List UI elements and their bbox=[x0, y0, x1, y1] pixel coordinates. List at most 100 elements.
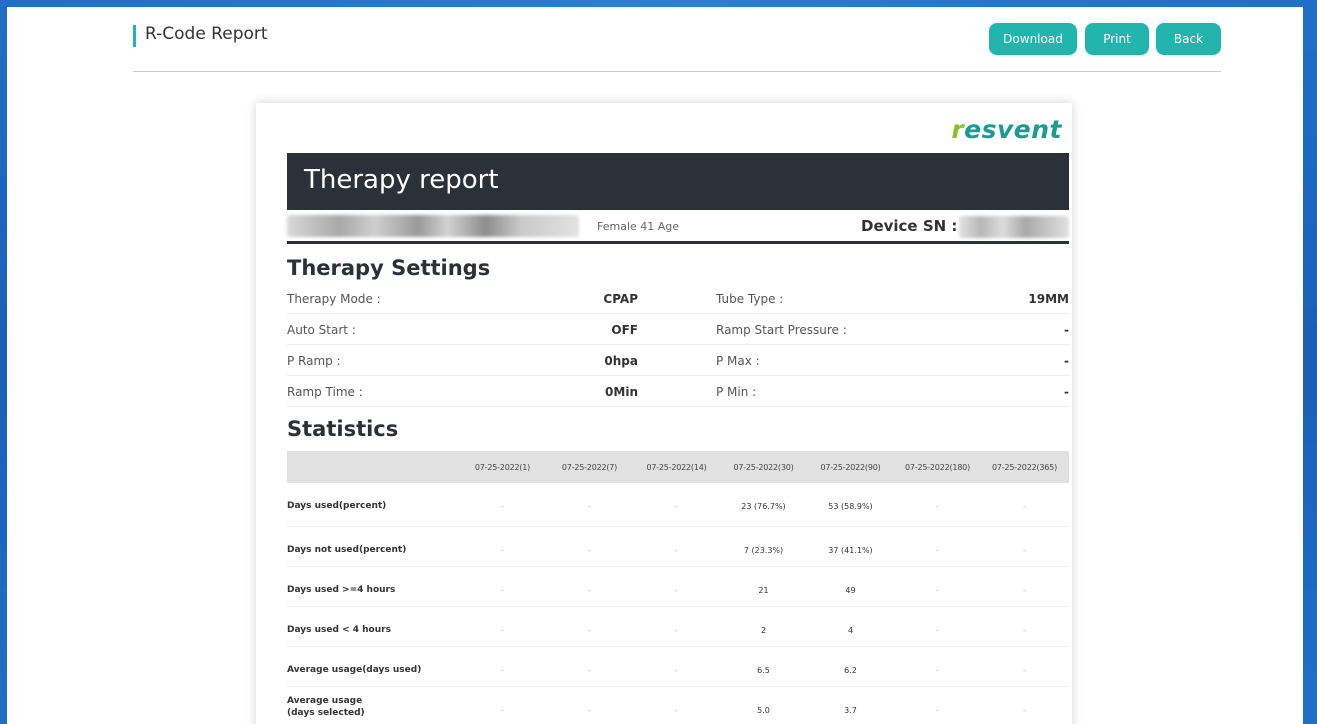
therapy-settings-title: Therapy Settings bbox=[287, 256, 491, 280]
table-row: Average usage(days used) - - - 6.5 6.2 - - bbox=[287, 647, 1069, 687]
table-cell: - bbox=[1023, 706, 1026, 715]
setting-value: CPAP bbox=[603, 292, 638, 306]
setting-label: Ramp Start Pressure : bbox=[716, 323, 847, 337]
redacted-device-sn bbox=[959, 216, 1069, 238]
logo-letter-r: r bbox=[951, 115, 965, 144]
window-right-border bbox=[1303, 0, 1317, 724]
table-cell: - bbox=[1023, 502, 1026, 511]
setting-value: OFF bbox=[611, 323, 638, 337]
logo-text: esvent bbox=[964, 115, 1062, 144]
row-label: Days used(percent) bbox=[287, 501, 387, 511]
table-cell: - bbox=[588, 626, 591, 635]
setting-label: P Ramp : bbox=[287, 354, 341, 368]
statistics-body: Days used(percent) - - - 23 (76.7%) 53 (58.9%… bbox=[287, 483, 1069, 724]
device-sn-label: Device SN : bbox=[861, 217, 958, 235]
setting-label: Tube Type : bbox=[716, 292, 784, 306]
row-label: Days used < 4 hours bbox=[287, 625, 391, 635]
setting-label: P Min : bbox=[716, 385, 757, 399]
table-row: Days used >=4 hours - - - 21 49 - - bbox=[287, 567, 1069, 607]
window-left-border bbox=[0, 0, 7, 724]
table-cell: - bbox=[501, 666, 504, 675]
setting-row: Auto Start : OFF Ramp Start Pressure : - bbox=[287, 314, 1069, 345]
table-cell: - bbox=[1023, 626, 1026, 635]
setting-row: Therapy Mode : CPAP Tube Type : 19MM bbox=[287, 283, 1069, 314]
row-label: Average usage(days used) bbox=[287, 665, 422, 675]
table-cell: - bbox=[588, 546, 591, 555]
column-header: 07-25-2022(365) bbox=[991, 463, 1057, 472]
table-cell: - bbox=[675, 546, 678, 555]
column-header: 07-25-2022(1) bbox=[474, 463, 531, 472]
report-title: Therapy report bbox=[304, 165, 499, 195]
table-cell: - bbox=[936, 502, 939, 511]
resvent-logo: resvent bbox=[951, 115, 1062, 144]
table-cell: 49 bbox=[845, 586, 856, 595]
setting-value: 19MM bbox=[1028, 292, 1069, 306]
table-cell: - bbox=[588, 502, 591, 511]
table-cell: 23 (76.7%) bbox=[741, 502, 786, 511]
table-cell: - bbox=[936, 666, 939, 675]
print-button[interactable]: Print bbox=[1085, 23, 1149, 55]
therapy-report: resvent Therapy report Female 41 Age Dev… bbox=[256, 103, 1072, 724]
statistics-title: Statistics bbox=[287, 417, 399, 441]
table-cell: 6.5 bbox=[757, 666, 770, 675]
setting-value: - bbox=[1064, 385, 1069, 399]
patient-row: Female 41 Age Device SN : bbox=[287, 210, 1069, 244]
table-cell: - bbox=[588, 706, 591, 715]
column-header: 07-25-2022(7) bbox=[561, 463, 618, 472]
table-cell: 5.0 bbox=[757, 706, 770, 715]
back-button[interactable]: Back bbox=[1156, 23, 1221, 55]
table-cell: 4 bbox=[847, 626, 854, 635]
row-label-line: (days selected) bbox=[287, 708, 365, 718]
row-label: Days not used(percent) bbox=[287, 545, 407, 555]
setting-label: P Max : bbox=[716, 354, 760, 368]
row-label: Days used >=4 hours bbox=[287, 585, 396, 595]
window-top-border bbox=[0, 0, 1317, 7]
table-cell: - bbox=[675, 666, 678, 675]
statistics-header-row: 07-25-2022(1) 07-25-2022(7) 07-25-2022(1… bbox=[287, 451, 1069, 483]
table-cell: - bbox=[501, 502, 504, 511]
patient-info: Female 41 Age bbox=[597, 220, 680, 233]
table-cell: - bbox=[936, 626, 939, 635]
table-cell: 2 bbox=[760, 626, 767, 635]
setting-label: Therapy Mode : bbox=[287, 292, 381, 306]
row-label: Average usage (days selected) bbox=[287, 695, 365, 719]
table-cell: 7 (23.3%) bbox=[743, 546, 784, 555]
table-cell: - bbox=[675, 502, 678, 511]
column-header: 07-25-2022(14) bbox=[646, 463, 707, 472]
table-cell: - bbox=[675, 586, 678, 595]
table-cell: - bbox=[501, 546, 504, 555]
table-cell: 53 (58.9%) bbox=[828, 502, 873, 511]
page-header: R-Code Report Download Print Back bbox=[133, 20, 1221, 72]
setting-label: Auto Start : bbox=[287, 323, 356, 337]
column-header: 07-25-2022(90) bbox=[820, 463, 881, 472]
table-cell: - bbox=[936, 546, 939, 555]
setting-value: 0Min bbox=[605, 385, 638, 399]
table-cell: - bbox=[675, 626, 678, 635]
table-cell: - bbox=[1023, 586, 1026, 595]
table-cell: - bbox=[936, 586, 939, 595]
table-cell: - bbox=[501, 706, 504, 715]
table-cell: 6.2 bbox=[844, 666, 857, 675]
table-cell: - bbox=[588, 666, 591, 675]
setting-value: 0hpa bbox=[604, 354, 638, 368]
download-button[interactable]: Download bbox=[989, 23, 1077, 55]
therapy-settings-table: Therapy Mode : CPAP Tube Type : 19MM Aut… bbox=[287, 283, 1069, 407]
table-cell: 37 (41.1%) bbox=[828, 546, 873, 555]
setting-value: - bbox=[1064, 354, 1069, 368]
report-banner: Therapy report bbox=[287, 153, 1069, 210]
table-cell: - bbox=[501, 626, 504, 635]
table-cell: 3.7 bbox=[844, 706, 857, 715]
table-row: Days used < 4 hours - - - 2 4 - - bbox=[287, 607, 1069, 647]
setting-row: Ramp Time : 0Min P Min : - bbox=[287, 376, 1069, 407]
title-accent-bar bbox=[133, 25, 136, 47]
table-cell: - bbox=[675, 706, 678, 715]
table-cell: - bbox=[936, 706, 939, 715]
table-cell: - bbox=[1023, 666, 1026, 675]
row-label-line: Average usage bbox=[287, 696, 363, 706]
table-cell: 21 bbox=[758, 586, 769, 595]
table-cell: - bbox=[588, 586, 591, 595]
redacted-patient-name bbox=[287, 215, 579, 237]
table-row: Days not used(percent) - - - 7 (23.3%) 37 (41… bbox=[287, 527, 1069, 567]
table-row: Days used(percent) - - - 23 (76.7%) 53 (58.9%… bbox=[287, 483, 1069, 527]
setting-label: Ramp Time : bbox=[287, 385, 363, 399]
